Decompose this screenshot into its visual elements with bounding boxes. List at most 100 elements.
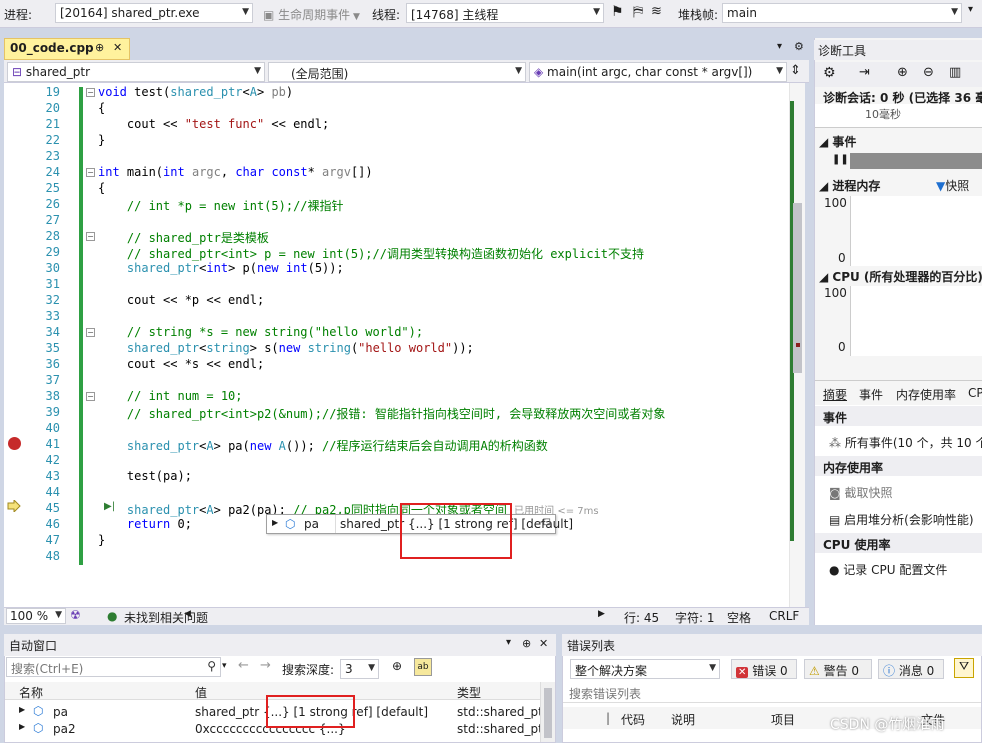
toggle-icon[interactable]: ≋ [651,4,662,19]
tab-events[interactable]: 事件 [859,386,883,403]
current-statement-arrow-icon[interactable] [7,498,21,514]
pin-filter-icon[interactable]: ⊕ [392,659,402,673]
tab-00-code-cpp[interactable]: 00_code.cpp ⊕ ✕ [4,38,130,60]
scrollbar-thumb[interactable] [793,203,802,373]
warnings-filter-button[interactable]: ⚠ 警告 0 [804,659,872,679]
thread-dropdown[interactable]: [14768] 主线程 ▼ [406,3,604,23]
check-circle-icon: ● [107,609,118,623]
pin-icon[interactable]: ⊕ [95,41,104,54]
column-value[interactable]: 值 [195,684,207,701]
function-dropdown[interactable]: ◈ main(int argc, char const * argv[]) ▼ [529,62,787,82]
fold-toggle[interactable]: − [86,232,95,241]
line-indicator[interactable]: 行: 45 [624,609,659,626]
expand-icon[interactable]: ▶ [19,705,25,714]
timeline-ruler[interactable]: 10毫秒 [815,104,982,128]
raw-view-icon[interactable]: ab [414,658,432,676]
stackframe-dropdown[interactable]: main ▼ [722,3,962,23]
intellicode-icon[interactable]: ☢ [70,608,81,622]
fold-toggle[interactable]: − [86,392,95,401]
errors-filter-button[interactable]: ✕ 错误 0 [731,659,797,679]
gear-icon[interactable]: ⚙ [823,65,836,81]
tab-cpu[interactable]: CPU [968,386,982,400]
search-depth-dropdown[interactable]: 3 ▼ [340,659,379,679]
fold-toggle[interactable]: − [86,168,95,177]
expand-icon[interactable]: ▶ [272,518,278,527]
cpu-graph[interactable] [850,286,982,356]
cpu-header: CPU 使用率 [815,533,982,553]
editor-vertical-scrollbar[interactable] [789,83,805,607]
record-cpu-button[interactable]: ● 记录 CPU 配置文件 [829,561,947,578]
zoom-out-icon[interactable]: ⊖ [923,65,934,80]
filter-icon[interactable]: ⛛ [954,658,974,678]
back-arrow-icon[interactable]: ← [238,658,249,673]
export-icon[interactable]: ⇥ [859,65,870,80]
events-timeline-bar[interactable] [850,153,982,169]
thread-filter-icon[interactable]: ⛿ [633,4,643,20]
close-icon[interactable]: ✕ [539,637,548,650]
record-icon: ● [829,563,844,577]
pin-icon[interactable]: ⊕ [522,637,531,650]
scrollbar-thumb[interactable] [544,688,552,738]
process-dropdown[interactable]: [20164] shared_ptr.exe ▼ [55,3,253,23]
code-line-24: int main(int argc, char const* argv[]) [98,165,373,179]
memory-graph[interactable] [850,196,982,266]
pause-icon[interactable]: ❚❚ [832,154,849,165]
search-depth-value: 3 [345,662,353,676]
line-ending-indicator[interactable]: CRLF [769,609,799,623]
messages-filter-button[interactable]: ⓘ 消息 0 [878,659,944,679]
line-number: 32 [45,293,60,307]
events-section-title[interactable]: ◢ 事件 [819,133,856,150]
cpu-section-title[interactable]: ◢ CPU (所有处理器的百分比) [819,268,982,285]
toolbar-overflow-icon[interactable]: ▾ [968,4,973,15]
project-dropdown[interactable]: ⊟ shared_ptr ▼ [7,62,265,82]
camera-icon: ◙ [829,486,845,500]
autos-vertical-scrollbar[interactable] [540,682,555,742]
memory-section-title[interactable]: ◢ 进程内存 [819,177,880,194]
chevron-down-icon[interactable]: ▾ [222,661,227,671]
scope-dropdown[interactable]: (全局范围) ▼ [268,62,526,82]
run-to-click-icon[interactable]: ▶| [104,501,115,512]
gear-icon[interactable]: ⚙ [794,40,804,53]
line-number: 42 [45,453,60,467]
project-value: shared_ptr [25,65,91,79]
chevron-down-icon: ▼ [593,7,600,17]
chart-icon[interactable]: ▥ [949,65,961,80]
tab-summary[interactable]: 摘要 [823,386,847,403]
error-scope-dropdown[interactable]: 整个解决方案 ▼ [570,659,720,679]
column-name[interactable]: 名称 [19,684,43,701]
scroll-right-icon[interactable]: ▶ [598,609,605,619]
all-events-link[interactable]: ⁂ 所有事件(10 个，共 10 个) [829,434,982,451]
column-description[interactable]: 说明 [671,711,695,728]
issues-status[interactable]: 未找到相关问题 [124,609,208,626]
column-type[interactable]: 类型 [457,684,481,701]
fold-toggle[interactable]: − [86,88,95,97]
forward-arrow-icon[interactable]: → [260,658,271,673]
flag-icon[interactable]: ⚑ [611,4,624,20]
column-type-icon[interactable]: | [606,711,610,725]
diagnostics-tabs: 摘要 事件 内存使用率 CPU [815,380,982,404]
pin-icon[interactable]: -⊡ [539,517,551,528]
column-project[interactable]: 项目 [771,711,795,728]
scroll-left-icon[interactable]: ◀ [184,609,191,619]
error-search-input[interactable]: 搜索错误列表 [563,683,981,703]
take-snapshot-button[interactable]: ◙ 截取快照 [829,484,892,501]
window-menu-icon[interactable]: ▾ [506,637,511,648]
split-icon[interactable]: ⇕ [790,63,801,78]
zoom-in-icon[interactable]: ⊕ [897,65,908,80]
column-code[interactable]: 代码 [621,711,645,728]
heap-profiling-toggle[interactable]: ▤ 启用堆分析(会影响性能) [829,511,974,528]
project-icon: ⊟ [12,65,26,79]
whitespace-indicator[interactable]: 空格 [727,609,751,626]
lifecycle-events-button[interactable]: ▣ 生命周期事件 ▼ [263,6,360,23]
code-line-21: cout << "test func" << endl; [98,117,330,131]
tab-memory-usage[interactable]: 内存使用率 [896,386,956,403]
expand-icon[interactable]: ▶ [19,722,25,731]
fold-toggle[interactable]: − [86,328,95,337]
char-indicator[interactable]: 字符: 1 [675,609,715,626]
autos-search-input[interactable]: 搜索(Ctrl+E) ⚲ [6,657,221,677]
breakpoint-icon[interactable] [8,437,21,450]
info-icon: ⓘ [883,664,896,678]
zoom-dropdown[interactable]: 100 % ▼ [6,608,66,624]
close-icon[interactable]: ✕ [113,41,122,54]
tab-dropdown-icon[interactable]: ▾ [777,41,782,52]
